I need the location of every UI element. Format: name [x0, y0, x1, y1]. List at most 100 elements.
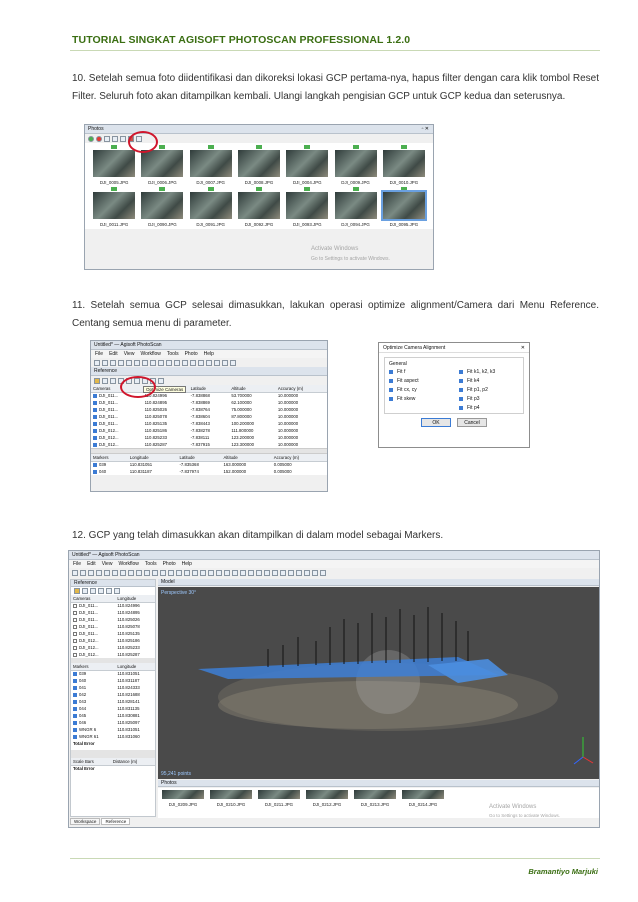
table-row[interactable]: DJI_012... 110.825287 -7.837915 123.300000 1… — [91, 441, 327, 448]
group-label: General — [389, 361, 407, 367]
menu-file[interactable]: File — [95, 351, 103, 357]
close-icon[interactable]: ✕ — [521, 343, 525, 352]
table-row[interactable]: DJI_011... 110.824895 -7.838869 62.100000 10… — [91, 399, 327, 406]
photo-thumbnail[interactable]: DJI_0008.JPG — [237, 145, 280, 185]
paragraph-step-12: 12. GCP yang telah dimasukkan akan ditam… — [72, 530, 444, 541]
reference-title: Reference — [94, 368, 118, 374]
pane-controls-icon[interactable]: ▫ ✕ — [422, 125, 429, 134]
menu-workflow[interactable]: Workflow — [118, 561, 138, 567]
disable-icon[interactable] — [96, 135, 102, 142]
table-row[interactable]: 046 110.825097 — [71, 719, 155, 726]
menu-bar: File Edit View Workflow Tools Photo Help — [91, 350, 327, 358]
cancel-button[interactable]: Cancel — [457, 418, 487, 427]
menu-photo[interactable]: Photo — [163, 561, 176, 567]
fit-cxcy-checkbox[interactable]: Fit cx, cy — [389, 387, 449, 393]
fit-k1k2k3-checkbox[interactable]: Fit k1, k2, k3 — [459, 369, 519, 375]
table-row[interactable]: 043 110.828141 — [71, 698, 155, 705]
photo-thumbnail[interactable]: DJI_0005.JPG — [93, 145, 136, 185]
photo-thumbnail[interactable]: DJI_0010.JPG — [382, 145, 425, 185]
app-titlebar: Untitled* — Agisoft PhotoScan — [69, 551, 599, 560]
photo-thumbnail[interactable]: DJI_0093.JPG — [286, 187, 329, 227]
photo-thumbnail[interactable]: DJI_0009.JPG — [334, 145, 377, 185]
flag-icon — [111, 145, 118, 149]
markers-table: Markers Longitude 039 110.831051 040 110.83… — [71, 663, 155, 747]
scale-bars-table: Scale Bars Distance (m) Total Error — [71, 758, 155, 772]
fit-p4-checkbox[interactable]: Fit p4 — [459, 405, 519, 411]
cameras-table: Cameras Longitude DJI_011... 110.824996 DJ… — [71, 595, 155, 658]
table-row[interactable]: 039 110.831051 -7.835368 163.000000 0.005000 — [91, 461, 327, 468]
menu-edit[interactable]: Edit — [87, 561, 96, 567]
model-tab[interactable]: Model — [158, 579, 599, 586]
activate-windows-watermark: Activate Windows — [489, 804, 537, 810]
rotate-left-icon[interactable] — [112, 135, 118, 142]
photo-thumbnail[interactable]: DJI_0210.JPG — [210, 790, 252, 816]
table-row[interactable]: DJI_011... 110.824895 — [71, 609, 155, 616]
photo-thumbnail[interactable]: DJI_0211.JPG — [258, 790, 300, 816]
table-row[interactable]: DJI_011... 110.825026 -7.838764 75.000000 10… — [91, 406, 327, 413]
menu-tools[interactable]: Tools — [145, 561, 157, 567]
table-row[interactable]: 040 110.831187 -7.837974 152.000000 0.005000 — [91, 468, 327, 475]
table-row[interactable]: DJI_011... 110.825078 — [71, 623, 155, 630]
enable-icon[interactable] — [88, 135, 94, 142]
fit-k4-checkbox[interactable]: Fit k4 — [459, 378, 519, 384]
table-row[interactable]: 045 110.830881 — [71, 712, 155, 719]
photo-thumbnail[interactable]: DJI_0092.JPG — [237, 187, 280, 227]
table-row[interactable]: DJI_011... 110.825135 -7.838443 100.200000 1… — [91, 420, 327, 427]
table-row[interactable]: DJI_011... 110.824996 — [71, 602, 155, 609]
photo-thumbnail[interactable]: DJI_0213.JPG — [354, 790, 396, 816]
photo-thumbnail[interactable]: DJI_0214.JPG — [402, 790, 444, 816]
photos-tab[interactable]: Photos — [158, 780, 599, 787]
fit-skew-checkbox[interactable]: Fit skew — [389, 396, 449, 402]
flag-icon — [207, 145, 214, 149]
menu-file[interactable]: File — [73, 561, 81, 567]
table-row[interactable]: 039 110.831051 — [71, 670, 155, 677]
menu-view[interactable]: View — [102, 561, 113, 567]
reference-titlebar: Reference — [71, 580, 155, 587]
photo-thumbnail[interactable]: DJI_0007.JPG — [189, 145, 232, 185]
table-row[interactable]: DJI_011... 110.825135 — [71, 630, 155, 637]
model-viewport[interactable]: Perspective 30° 95,241 points — [158, 587, 599, 779]
remove-icon[interactable] — [104, 135, 110, 142]
table-row[interactable]: DJI_012... 110.825186 -7.838278 111.800000 1… — [91, 427, 327, 434]
activate-windows-hint: Go to Settings to activate Windows. — [311, 256, 390, 262]
flag-icon — [111, 187, 118, 191]
photo-thumbnail[interactable]: DJI_0090.JPG — [141, 187, 184, 227]
table-row[interactable]: DJI_011... 110.825078 -7.838604 87.800000 10… — [91, 413, 327, 420]
table-row[interactable]: WNGR 61 110.831060 — [71, 733, 155, 740]
tab-workspace[interactable]: Workspace — [70, 818, 101, 825]
table-row[interactable]: 044 110.831135 — [71, 705, 155, 712]
menu-help[interactable]: Help — [204, 351, 214, 357]
photo-thumbnail[interactable]: DJI_0095.JPG — [380, 187, 427, 227]
menu-edit[interactable]: Edit — [109, 351, 118, 357]
flag-icon — [352, 145, 359, 149]
table-row[interactable]: DJI_012... 110.825287 — [71, 651, 155, 658]
table-row[interactable]: DJI_012... 110.825186 — [71, 637, 155, 644]
ok-button[interactable]: OK — [421, 418, 451, 427]
rotate-right-icon[interactable] — [120, 135, 126, 142]
photoscan-model-screenshot: Untitled* — Agisoft PhotoScan File Edit … — [68, 550, 600, 828]
photo-thumbnail[interactable]: DJI_0212.JPG — [306, 790, 348, 816]
table-row[interactable]: 040 110.831187 — [71, 677, 155, 684]
table-row[interactable]: 042 110.821688 — [71, 691, 155, 698]
table-row[interactable]: DJI_011... 110.825026 — [71, 616, 155, 623]
photo-thumbnail[interactable]: DJI_0094.JPG — [334, 187, 377, 227]
table-row[interactable]: 041 110.824333 — [71, 684, 155, 691]
menu-photo[interactable]: Photo — [185, 351, 198, 357]
tab-reference[interactable]: Reference — [101, 818, 131, 825]
photo-thumbnail[interactable]: DJI_0209.JPG — [162, 790, 204, 816]
menu-tools[interactable]: Tools — [167, 351, 179, 357]
menu-help[interactable]: Help — [182, 561, 192, 567]
menu-workflow[interactable]: Workflow — [140, 351, 160, 357]
photo-thumbnail[interactable]: DJI_0004.JPG — [286, 145, 329, 185]
fit-p3-checkbox[interactable]: Fit p3 — [459, 396, 519, 402]
photo-thumbnail[interactable]: DJI_0011.JPG — [93, 187, 136, 227]
fit-p1p2-checkbox[interactable]: Fit p1, p2 — [459, 387, 519, 393]
table-row[interactable]: DJI_012... 110.825233 -7.838111 123.200000 1… — [91, 434, 327, 441]
flag-icon — [304, 145, 311, 149]
fit-aspect-checkbox[interactable]: Fit aspect — [389, 378, 449, 384]
photo-thumbnail[interactable]: DJI_0091.JPG — [189, 187, 232, 227]
table-row[interactable]: WNGR 6 110.831051 — [71, 726, 155, 733]
menu-view[interactable]: View — [124, 351, 135, 357]
table-row[interactable]: DJI_012... 110.825233 — [71, 644, 155, 651]
fit-f-checkbox[interactable]: Fit f — [389, 369, 449, 375]
